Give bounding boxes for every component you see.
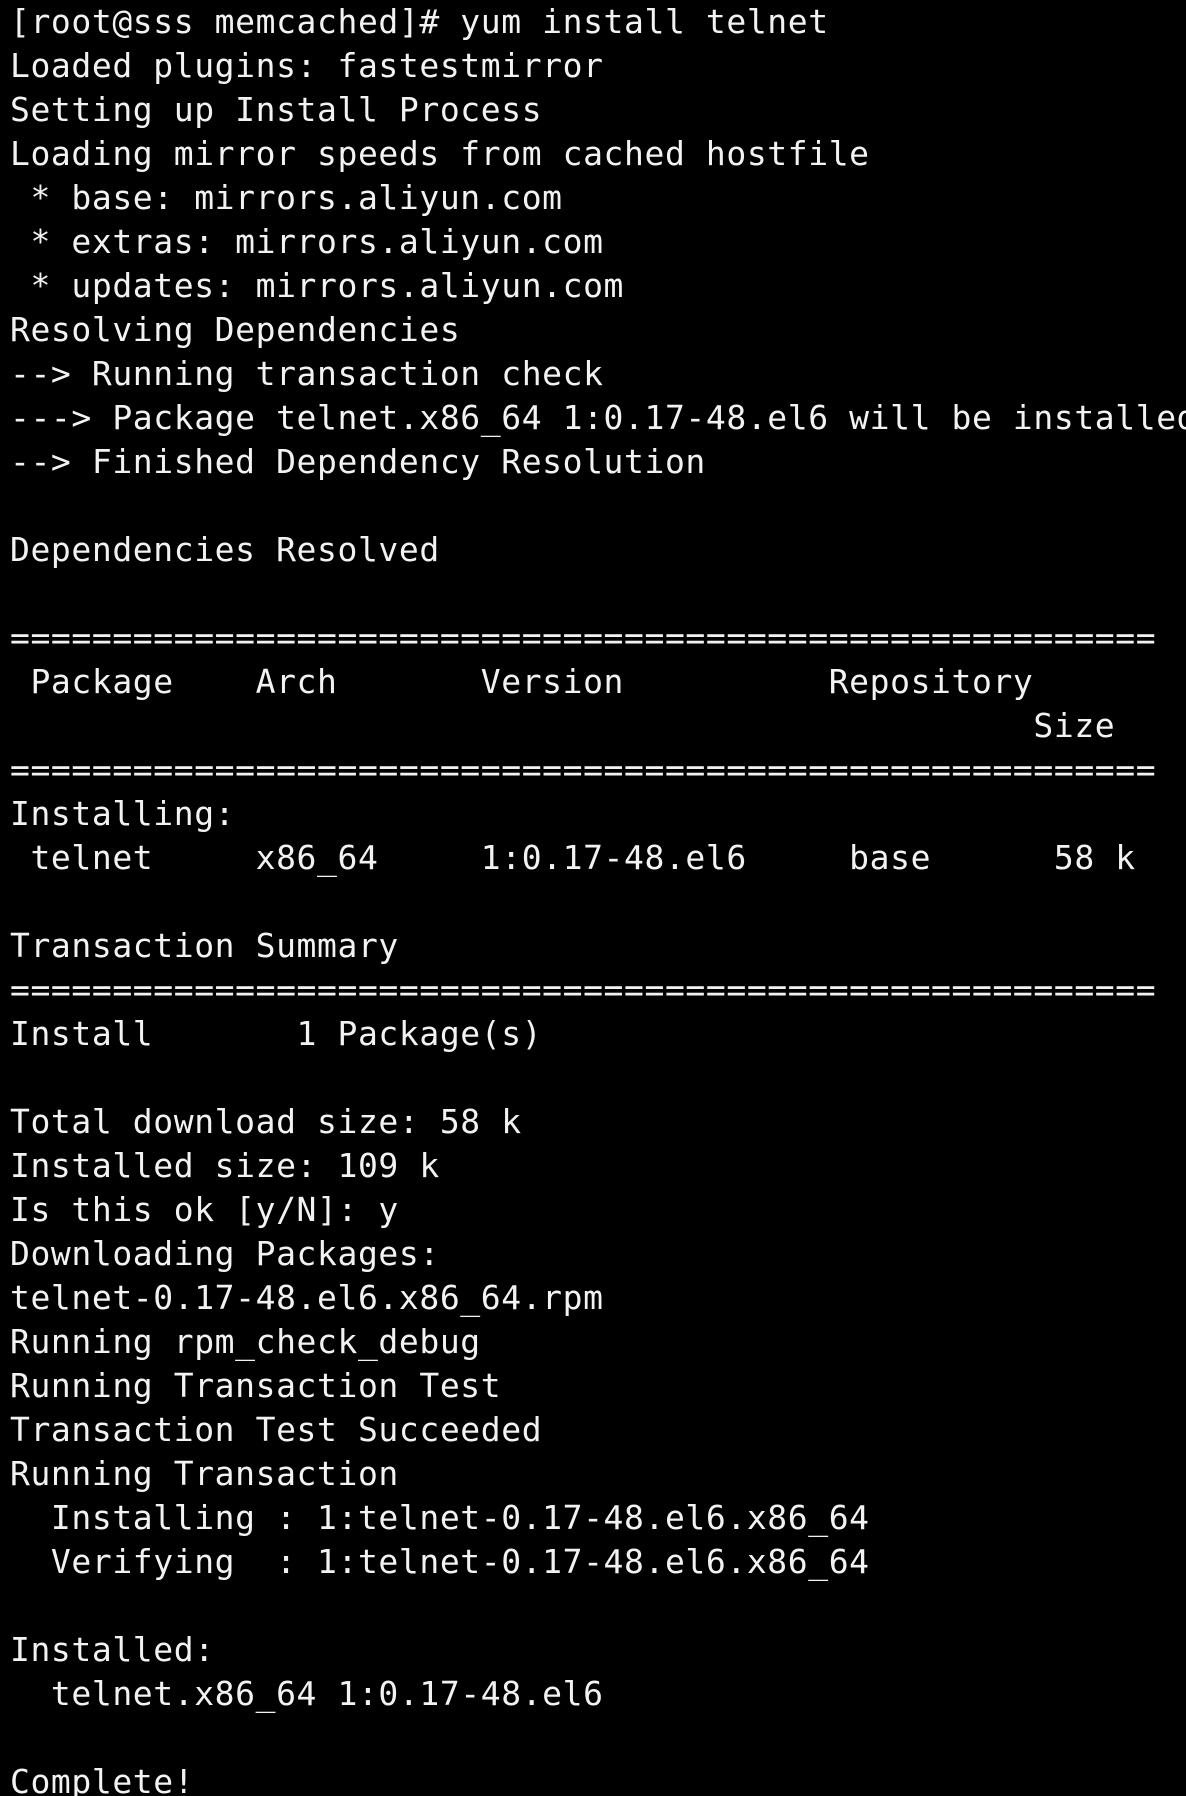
completion-line: Complete!: [10, 1762, 195, 1796]
table-header-row: Size: [10, 706, 1116, 745]
output-line: --> Finished Dependency Resolution: [10, 442, 706, 481]
output-line: telnet.x86_64 1:0.17-48.el6: [10, 1674, 604, 1713]
output-line: Install 1 Package(s): [10, 1014, 543, 1053]
output-line: Transaction Summary: [10, 926, 399, 965]
command-prompt-line: [root@sss memcached]# yum install telnet: [10, 2, 829, 41]
table-header-row: Package Arch Version Repository: [10, 662, 1034, 701]
output-line: Running Transaction: [10, 1454, 399, 1493]
table-row: telnet x86_64 1:0.17-48.el6 base 58 k: [10, 838, 1136, 877]
output-line: Resolving Dependencies: [10, 310, 461, 349]
terminal-output: [root@sss memcached]# yum install telnet…: [10, 0, 1186, 1796]
output-line: Loaded plugins: fastestmirror: [10, 46, 604, 85]
output-line: * base: mirrors.aliyun.com: [10, 178, 563, 217]
output-line: Running Transaction Test: [10, 1366, 502, 1405]
prompt-answer-line: Is this ok [y/N]: y: [10, 1190, 399, 1229]
output-line: Total download size: 58 k: [10, 1102, 522, 1141]
output-line: Installed:: [10, 1630, 215, 1669]
terminal-window[interactable]: [root@sss memcached]# yum install telnet…: [0, 0, 1186, 1796]
output-line: Installing:: [10, 794, 236, 833]
table-divider: ========================================…: [10, 618, 1157, 657]
output-line: Transaction Test Succeeded: [10, 1410, 543, 1449]
output-line: telnet-0.17-48.el6.x86_64.rpm: [10, 1278, 604, 1317]
output-line: ---> Package telnet.x86_64 1:0.17-48.el6…: [10, 398, 1186, 437]
output-line: --> Running transaction check: [10, 354, 604, 393]
output-line: * updates: mirrors.aliyun.com: [10, 266, 625, 305]
output-line: Verifying : 1:telnet-0.17-48.el6.x86_64: [10, 1542, 870, 1581]
output-line: Loading mirror speeds from cached hostfi…: [10, 134, 870, 173]
output-line: Setting up Install Process: [10, 90, 543, 129]
table-divider: ========================================…: [10, 970, 1157, 1009]
output-line: Dependencies Resolved: [10, 530, 440, 569]
output-line: Installed size: 109 k: [10, 1146, 440, 1185]
output-line: Installing : 1:telnet-0.17-48.el6.x86_64: [10, 1498, 870, 1537]
output-line: Running rpm_check_debug: [10, 1322, 481, 1361]
output-line: Downloading Packages:: [10, 1234, 440, 1273]
output-line: * extras: mirrors.aliyun.com: [10, 222, 604, 261]
table-divider: ========================================…: [10, 750, 1157, 789]
